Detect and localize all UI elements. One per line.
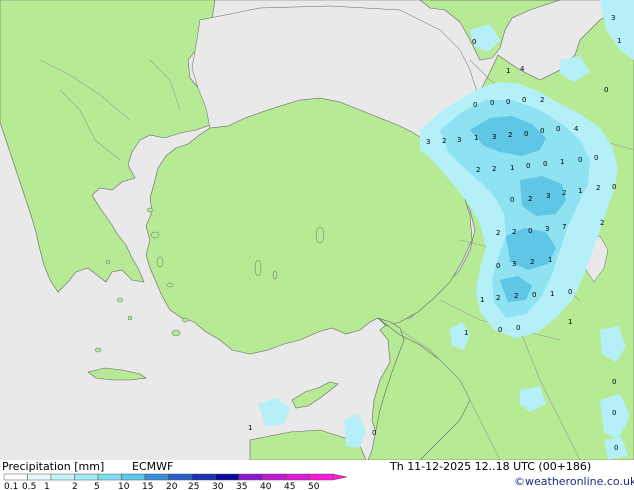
precip-value: 0 bbox=[594, 154, 598, 162]
precip-value: 2 bbox=[512, 228, 516, 236]
precip-value: 0 bbox=[472, 38, 476, 46]
precip-value: 2 bbox=[508, 131, 512, 139]
precip-value: 0 bbox=[556, 125, 560, 133]
legend-tick-label: 10 bbox=[118, 482, 130, 490]
legend-tick-label: 5 bbox=[94, 482, 100, 490]
legend-tick-label: 1 bbox=[44, 482, 50, 490]
legend-tick-label: 15 bbox=[142, 482, 153, 490]
legend-color-box bbox=[97, 473, 122, 481]
legend-color-box bbox=[74, 473, 99, 481]
legend-tick-label: 50 bbox=[308, 482, 320, 490]
precip-value: 1 bbox=[510, 164, 514, 172]
legend-tick-label: 30 bbox=[212, 482, 224, 490]
precip-value: 3 bbox=[546, 192, 550, 200]
precipitation-map: 0 1 4 3 1 0 0 0 0 0 2 3 2 3 1 3 2 0 0 0 4 2 2 1 0 0 1 0 0 0 2 3 2 1 2 0 2 2 0 3… bbox=[0, 0, 634, 460]
precip-value: 1 bbox=[548, 256, 552, 264]
precip-value: 0 bbox=[543, 160, 547, 168]
legend-color-box bbox=[3, 473, 28, 481]
legend-arrow bbox=[332, 473, 348, 481]
footer: 0.1 0.5 1 2 5 10 15 20 25 30 35 40 45 50 Precipitatio… bbox=[0, 460, 634, 490]
legend-tick-label: 45 bbox=[284, 482, 295, 490]
precip-value: 1 bbox=[480, 296, 484, 304]
precip-value: 3 bbox=[545, 225, 549, 233]
model-name: ECMWF bbox=[132, 460, 174, 473]
precip-value: 0 bbox=[568, 288, 572, 296]
precip-value: 0 bbox=[524, 130, 528, 138]
precip-value: 0 bbox=[604, 86, 608, 94]
precip-value: 0 bbox=[526, 162, 530, 170]
legend-color-boxes bbox=[3, 473, 348, 481]
precip-value: 1 bbox=[568, 318, 572, 326]
legend-color-box bbox=[215, 473, 240, 481]
legend-color-box bbox=[144, 473, 169, 481]
precip-value: 2 bbox=[514, 292, 518, 300]
precip-value: 2 bbox=[562, 189, 566, 197]
precip-value: 1 bbox=[474, 134, 478, 142]
credit-link[interactable]: ©weatheronline.co.uk bbox=[514, 475, 634, 488]
precip-value: 2 bbox=[492, 165, 496, 173]
precip-value: 0 bbox=[522, 96, 526, 104]
precip-value: 0 bbox=[578, 156, 582, 164]
precip-value: 0 bbox=[612, 183, 616, 191]
precip-value: 2 bbox=[600, 219, 604, 227]
precip-value: 0 bbox=[372, 429, 376, 437]
precip-value: 1 bbox=[560, 158, 564, 166]
legend-tick-label: 40 bbox=[260, 482, 272, 490]
precip-value: 2 bbox=[596, 184, 600, 192]
precip-value: 3 bbox=[512, 260, 516, 268]
precip-value: 0 bbox=[614, 444, 618, 452]
precip-value: 2 bbox=[496, 294, 500, 302]
legend-color-box bbox=[238, 473, 263, 481]
precip-value: 2 bbox=[530, 258, 534, 266]
precip-value: 3 bbox=[611, 14, 615, 22]
precip-value: 1 bbox=[506, 67, 510, 75]
precip-value: 3 bbox=[426, 138, 430, 146]
precip-value: 2 bbox=[476, 166, 480, 174]
precip-value: 0 bbox=[516, 324, 520, 332]
legend-color-box bbox=[309, 473, 334, 481]
precip-value: 0 bbox=[532, 291, 536, 299]
legend-color-box bbox=[191, 473, 216, 481]
precip-value: 0 bbox=[612, 378, 616, 386]
precip-value: 0 bbox=[473, 101, 477, 109]
legend-color-box bbox=[27, 473, 52, 481]
precip-value: 2 bbox=[540, 96, 544, 104]
precip-value: 4 bbox=[574, 125, 579, 133]
precip-value: 1 bbox=[550, 290, 554, 298]
legend-tick-label: 20 bbox=[166, 482, 178, 490]
legend-color-box bbox=[121, 473, 146, 481]
precip-value: 0 bbox=[498, 326, 502, 334]
legend-tick-label: 2 bbox=[72, 482, 78, 490]
precip-value: 2 bbox=[496, 229, 500, 237]
valid-time: Th 11-12-2025 12..18 UTC (00+186) bbox=[390, 460, 592, 473]
precip-value: 0 bbox=[528, 227, 532, 235]
legend-tick-label: 25 bbox=[188, 482, 199, 490]
legend-tick-label: 35 bbox=[236, 482, 247, 490]
legend-color-box bbox=[50, 473, 75, 481]
precip-value: 0 bbox=[510, 196, 514, 204]
precip-value: 7 bbox=[562, 223, 566, 231]
precip-value: 3 bbox=[457, 136, 461, 144]
precip-value: 0 bbox=[540, 127, 544, 135]
precip-value: 1 bbox=[617, 37, 621, 45]
precip-value: 0 bbox=[490, 99, 494, 107]
precip-value: 2 bbox=[528, 195, 532, 203]
legend-title: Precipitation [mm] bbox=[2, 460, 105, 473]
precip-value: 1 bbox=[578, 187, 582, 195]
precip-value: 0 bbox=[496, 262, 500, 270]
legend-tick-label: 0.5 bbox=[22, 482, 36, 490]
legend-color-box bbox=[285, 473, 310, 481]
legend-tick-label: 0.1 bbox=[4, 482, 18, 490]
precip-value: 0 bbox=[506, 98, 510, 106]
precip-value: 0 bbox=[612, 409, 616, 417]
precip-value: 3 bbox=[492, 133, 496, 141]
precip-value: 4 bbox=[520, 65, 525, 73]
legend-tick-labels: 0.1 0.5 1 2 5 10 15 20 25 30 35 40 45 50 bbox=[4, 482, 320, 490]
precip-value: 2 bbox=[442, 137, 446, 145]
precip-value: 1 bbox=[464, 329, 468, 337]
legend-color-box bbox=[262, 473, 287, 481]
precip-value: 1 bbox=[248, 424, 252, 432]
legend-color-box bbox=[168, 473, 193, 481]
